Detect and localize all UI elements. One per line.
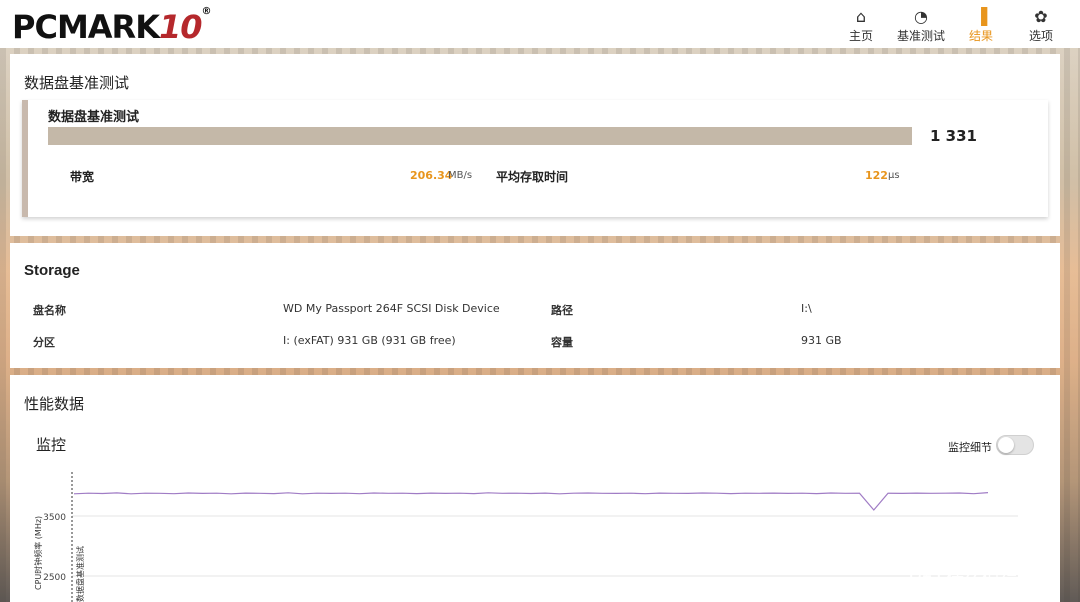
partition-label: 分区 xyxy=(33,336,55,349)
nav-label: 选项 xyxy=(1028,28,1053,43)
nav-label: 主页 xyxy=(848,28,873,43)
access-time-label: 平均存取时间 xyxy=(496,170,569,184)
watermark: 值 什么值得买 xyxy=(910,560,1075,596)
watermark-text: 什么值得买 xyxy=(946,569,1036,590)
bar-chart-icon: ▐ xyxy=(974,6,988,26)
cpu-clock-chart: 3500 2500CPU时钟频率 (MHz) 数据盘基准测试 xyxy=(33,472,1018,602)
score-bar xyxy=(48,127,912,145)
nav-item-0[interactable]: ⌂ 主页 xyxy=(834,4,888,46)
y-axis-label: CPU时钟频率 (MHz) xyxy=(33,516,43,590)
home-icon: ⌂ xyxy=(855,6,867,26)
gauge-icon: ◔ xyxy=(914,6,928,26)
pcmark-logo: PCMARK10® xyxy=(12,6,212,46)
toggle-knob xyxy=(998,437,1014,453)
performance-title: 性能数据 xyxy=(24,395,85,413)
y-tick-label: 3500 xyxy=(43,513,66,523)
capacity-value: 931 GB xyxy=(801,334,842,347)
watermark-logo-icon: 值 xyxy=(910,563,940,593)
monitor-title: 监控 xyxy=(36,436,67,454)
result-panel: 数据盘基准测试 数据盘基准测试 1 331 带宽 206.34 MB/s 平均存… xyxy=(10,54,1060,236)
monitor-details-label: 监控细节 xyxy=(948,441,992,454)
nav-label: 结果 xyxy=(968,28,993,43)
access-time-value: 122 xyxy=(865,169,888,182)
result-card-title: 数据盘基准测试 xyxy=(48,110,140,125)
y-tick-label: 2500 xyxy=(43,573,66,583)
bandwidth-unit: MB/s xyxy=(448,170,473,181)
disk-name-label: 盘名称 xyxy=(33,304,66,317)
series-line-0 xyxy=(73,492,989,511)
path-value: I:\ xyxy=(801,302,812,315)
result-section-title: 数据盘基准测试 xyxy=(24,74,130,92)
bandwidth-label: 带宽 xyxy=(70,170,95,184)
nav-item-1[interactable]: ◔ 基准测试 xyxy=(894,4,948,46)
monitor-details-toggle[interactable] xyxy=(996,435,1034,455)
storage-panel: Storage 盘名称 WD My Passport 264F SCSI Dis… xyxy=(10,243,1060,368)
capacity-label: 容量 xyxy=(551,336,573,349)
nav-item-3[interactable]: ✿ 选项 xyxy=(1014,4,1068,46)
main-nav: ⌂ 主页 ◔ 基准测试 ▐ 结果 ✿ 选项 xyxy=(834,4,1068,46)
nav-label: 基准测试 xyxy=(896,28,945,43)
benchmark-marker-label: 数据盘基准测试 xyxy=(75,546,85,602)
path-label: 路径 xyxy=(551,304,573,317)
score-value: 1 331 xyxy=(930,127,977,145)
gear-icon: ✿ xyxy=(1034,6,1048,26)
performance-panel: 性能数据 监控 监控细节 3500 2500 CPU时钟频率 (MHz) 数据盘基准测… xyxy=(10,375,1060,602)
nav-item-2[interactable]: ▐ 结果 xyxy=(954,4,1008,46)
top-bar: PCMARK10® ⌂ 主页 ◔ 基准测试 ▐ 结果 ✿ 选项 xyxy=(0,0,1080,48)
access-time-unit: μs xyxy=(888,170,900,181)
result-card: 数据盘基准测试 1 331 带宽 206.34 MB/s 平均存取时间 122 … xyxy=(22,100,1048,217)
partition-value: I: (exFAT) 931 GB (931 GB free) xyxy=(283,334,456,347)
disk-name-value: WD My Passport 264F SCSI Disk Device xyxy=(283,302,500,315)
bandwidth-value: 206.34 xyxy=(410,169,453,182)
storage-title: Storage xyxy=(24,262,80,279)
